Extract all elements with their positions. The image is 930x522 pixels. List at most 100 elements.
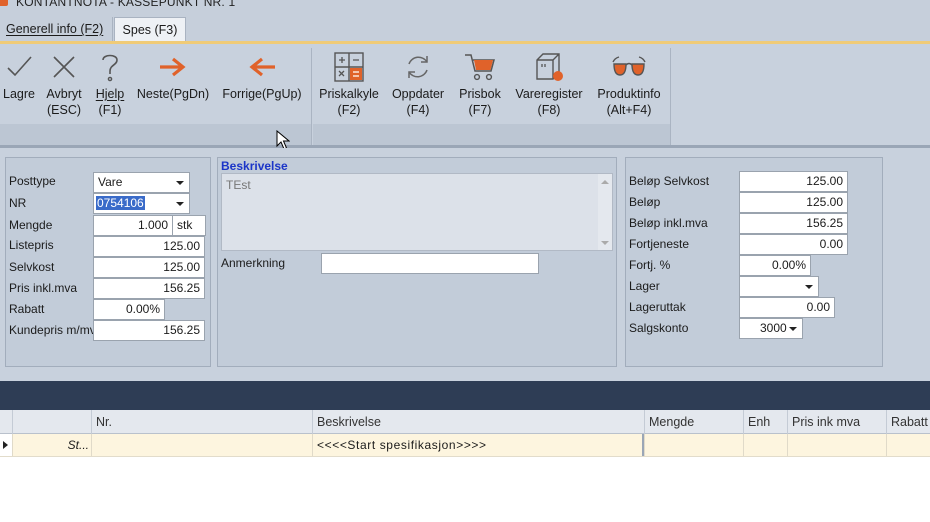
previous-button-label: Forrige(PgUp): [222, 87, 302, 101]
next-button-label: Neste(PgDn): [136, 87, 210, 101]
product-register-button[interactable]: Vareregister (F8): [510, 48, 588, 118]
scroll-up-icon[interactable]: [601, 180, 609, 184]
row-nr-cell[interactable]: [91, 434, 312, 456]
save-button[interactable]: Lagre: [0, 48, 38, 102]
row-mengde-cell[interactable]: [644, 434, 743, 456]
help-button-label: Hjelp: [95, 87, 125, 101]
rabatt-input[interactable]: 0.00%: [93, 299, 165, 320]
fortj-pct-label: Fortj. %: [629, 258, 671, 272]
belop-inkl-mva-label: Beløp inkl.mva: [629, 216, 708, 230]
lager-select[interactable]: [739, 276, 819, 297]
chevron-down-icon: [176, 181, 184, 185]
mouse-cursor-icon: [276, 130, 290, 150]
column-header-beskrivelse[interactable]: Beskrivelse: [312, 410, 644, 434]
ribbon-group-footer: [313, 124, 670, 145]
tab-general-info[interactable]: Generell info (F2): [0, 17, 113, 42]
grid-splitter[interactable]: [0, 381, 930, 410]
price-book-button-shortcut: (F7): [468, 103, 492, 117]
belop-label: Beløp: [629, 195, 661, 209]
column-header-mengde[interactable]: Mengde: [644, 410, 743, 434]
product-info-button-shortcut: (Alt+F4): [606, 103, 652, 117]
unit-field[interactable]: stk: [172, 215, 206, 236]
chevron-down-icon: [176, 202, 184, 206]
pris-inkl-mva-input[interactable]: 156.25: [93, 278, 205, 299]
rabatt-value: 0.00%: [125, 302, 160, 316]
row-enh-cell[interactable]: [743, 434, 787, 456]
selvkost-value: 125.00: [163, 260, 200, 274]
product-info-button-label: Produktinfo: [597, 87, 661, 101]
belop-value: 125.00: [806, 195, 843, 209]
fortjeneste-value: 0.00: [819, 237, 843, 251]
lageruttak-label: Lageruttak: [629, 300, 686, 314]
app-logo-icon: [0, 0, 8, 6]
status-column-header[interactable]: [12, 410, 91, 434]
beskrivelse-value: TEst: [226, 178, 251, 192]
next-button[interactable]: Neste(PgDn): [134, 48, 212, 102]
salgskonto-select[interactable]: 3000: [739, 318, 803, 339]
nr-label: NR: [9, 196, 27, 210]
window-title: KONTANTNOTA - KASSEPUNKT NR. 1: [16, 0, 236, 9]
beskrivelse-textarea[interactable]: TEst: [221, 173, 613, 251]
x-icon: [42, 48, 86, 86]
checkmark-icon: [0, 48, 38, 86]
row-rabatt-cell[interactable]: [886, 434, 930, 456]
mengde-value: 1.000: [137, 218, 168, 232]
lageruttak-input[interactable]: 0.00: [739, 297, 835, 318]
kundepris-label: Kundepris m/mva: [9, 323, 103, 337]
column-header-rabatt[interactable]: Rabatt: [886, 410, 930, 434]
lager-label: Lager: [629, 279, 660, 293]
tab-general-info-label: Generell info (F2): [6, 22, 104, 36]
belop-inkl-mva-input[interactable]: 156.25: [739, 213, 848, 234]
nr-input[interactable]: 0754106: [93, 193, 190, 214]
column-header-enh[interactable]: Enh: [743, 410, 787, 434]
column-header-pris[interactable]: Pris ink mva: [787, 410, 886, 434]
title-bar: KONTANTNOTA - KASSEPUNKT NR. 1: [0, 0, 930, 14]
fortjeneste-input[interactable]: 0.00: [739, 234, 848, 255]
posttype-label: Posttype: [9, 174, 56, 188]
price-book-button[interactable]: Prisbok (F7): [454, 48, 506, 118]
tab-spes[interactable]: Spes (F3): [114, 17, 186, 42]
beskrivelse-scrollbar[interactable]: [598, 174, 612, 250]
belop-selvkost-input[interactable]: 125.00: [739, 171, 848, 192]
unit-value: stk: [177, 218, 193, 232]
help-button[interactable]: Hjelp (F1): [92, 48, 128, 118]
table-row[interactable]: St... <<<<Start spesifikasjon>>>>: [0, 434, 930, 457]
row-beskrivelse-cell[interactable]: <<<<Start spesifikasjon>>>>: [312, 434, 644, 456]
help-button-shortcut: (F1): [98, 103, 122, 117]
ribbon-separator: [670, 48, 671, 145]
column-header-nr[interactable]: Nr.: [91, 410, 312, 434]
cancel-button[interactable]: Avbryt (ESC): [42, 48, 86, 118]
product-info-button[interactable]: Produktinfo (Alt+F4): [594, 48, 664, 118]
refresh-button-label: Oppdater: [391, 87, 445, 101]
refresh-icon: [387, 48, 449, 86]
row-status-cell[interactable]: St...: [12, 434, 91, 456]
cancel-button-shortcut: (ESC): [46, 103, 82, 117]
anmerkning-input[interactable]: [321, 253, 539, 274]
price-book-button-label: Prisbok: [459, 87, 501, 101]
kundepris-input[interactable]: 156.25: [93, 320, 205, 341]
kundepris-value: 156.25: [163, 323, 200, 337]
grid-header: Nr. Beskrivelse Mengde Enh Pris ink mva …: [0, 410, 930, 434]
cancel-button-label: Avbryt: [46, 87, 82, 101]
product-register-button-shortcut: (F8): [537, 103, 561, 117]
row-pris-cell[interactable]: [787, 434, 886, 456]
selvkost-input[interactable]: 125.00: [93, 257, 205, 278]
refresh-button[interactable]: Oppdater (F4): [387, 48, 449, 118]
pris-inkl-mva-label: Pris inkl.mva: [9, 281, 78, 295]
listepris-input[interactable]: 125.00: [93, 236, 205, 257]
beskrivelse-label: Beskrivelse: [221, 159, 288, 173]
scroll-down-icon[interactable]: [601, 241, 609, 245]
fortj-pct-input[interactable]: 0.00%: [739, 255, 811, 276]
belop-inkl-mva-value: 156.25: [806, 216, 843, 230]
posttype-value: Vare: [98, 175, 123, 189]
previous-button[interactable]: Forrige(PgUp): [218, 48, 306, 102]
save-button-label: Lagre: [3, 87, 35, 101]
price-calc-button-label: Priskalkyle: [319, 87, 379, 101]
posttype-select[interactable]: Vare: [93, 172, 190, 193]
belop-input[interactable]: 125.00: [739, 192, 848, 213]
price-calc-button[interactable]: Priskalkyle (F2): [317, 48, 381, 118]
glasses-icon: [594, 48, 664, 86]
calculator-icon: [317, 48, 381, 86]
belop-selvkost-label: Beløp Selvkost: [629, 174, 710, 188]
mengde-input[interactable]: 1.000: [93, 215, 173, 236]
